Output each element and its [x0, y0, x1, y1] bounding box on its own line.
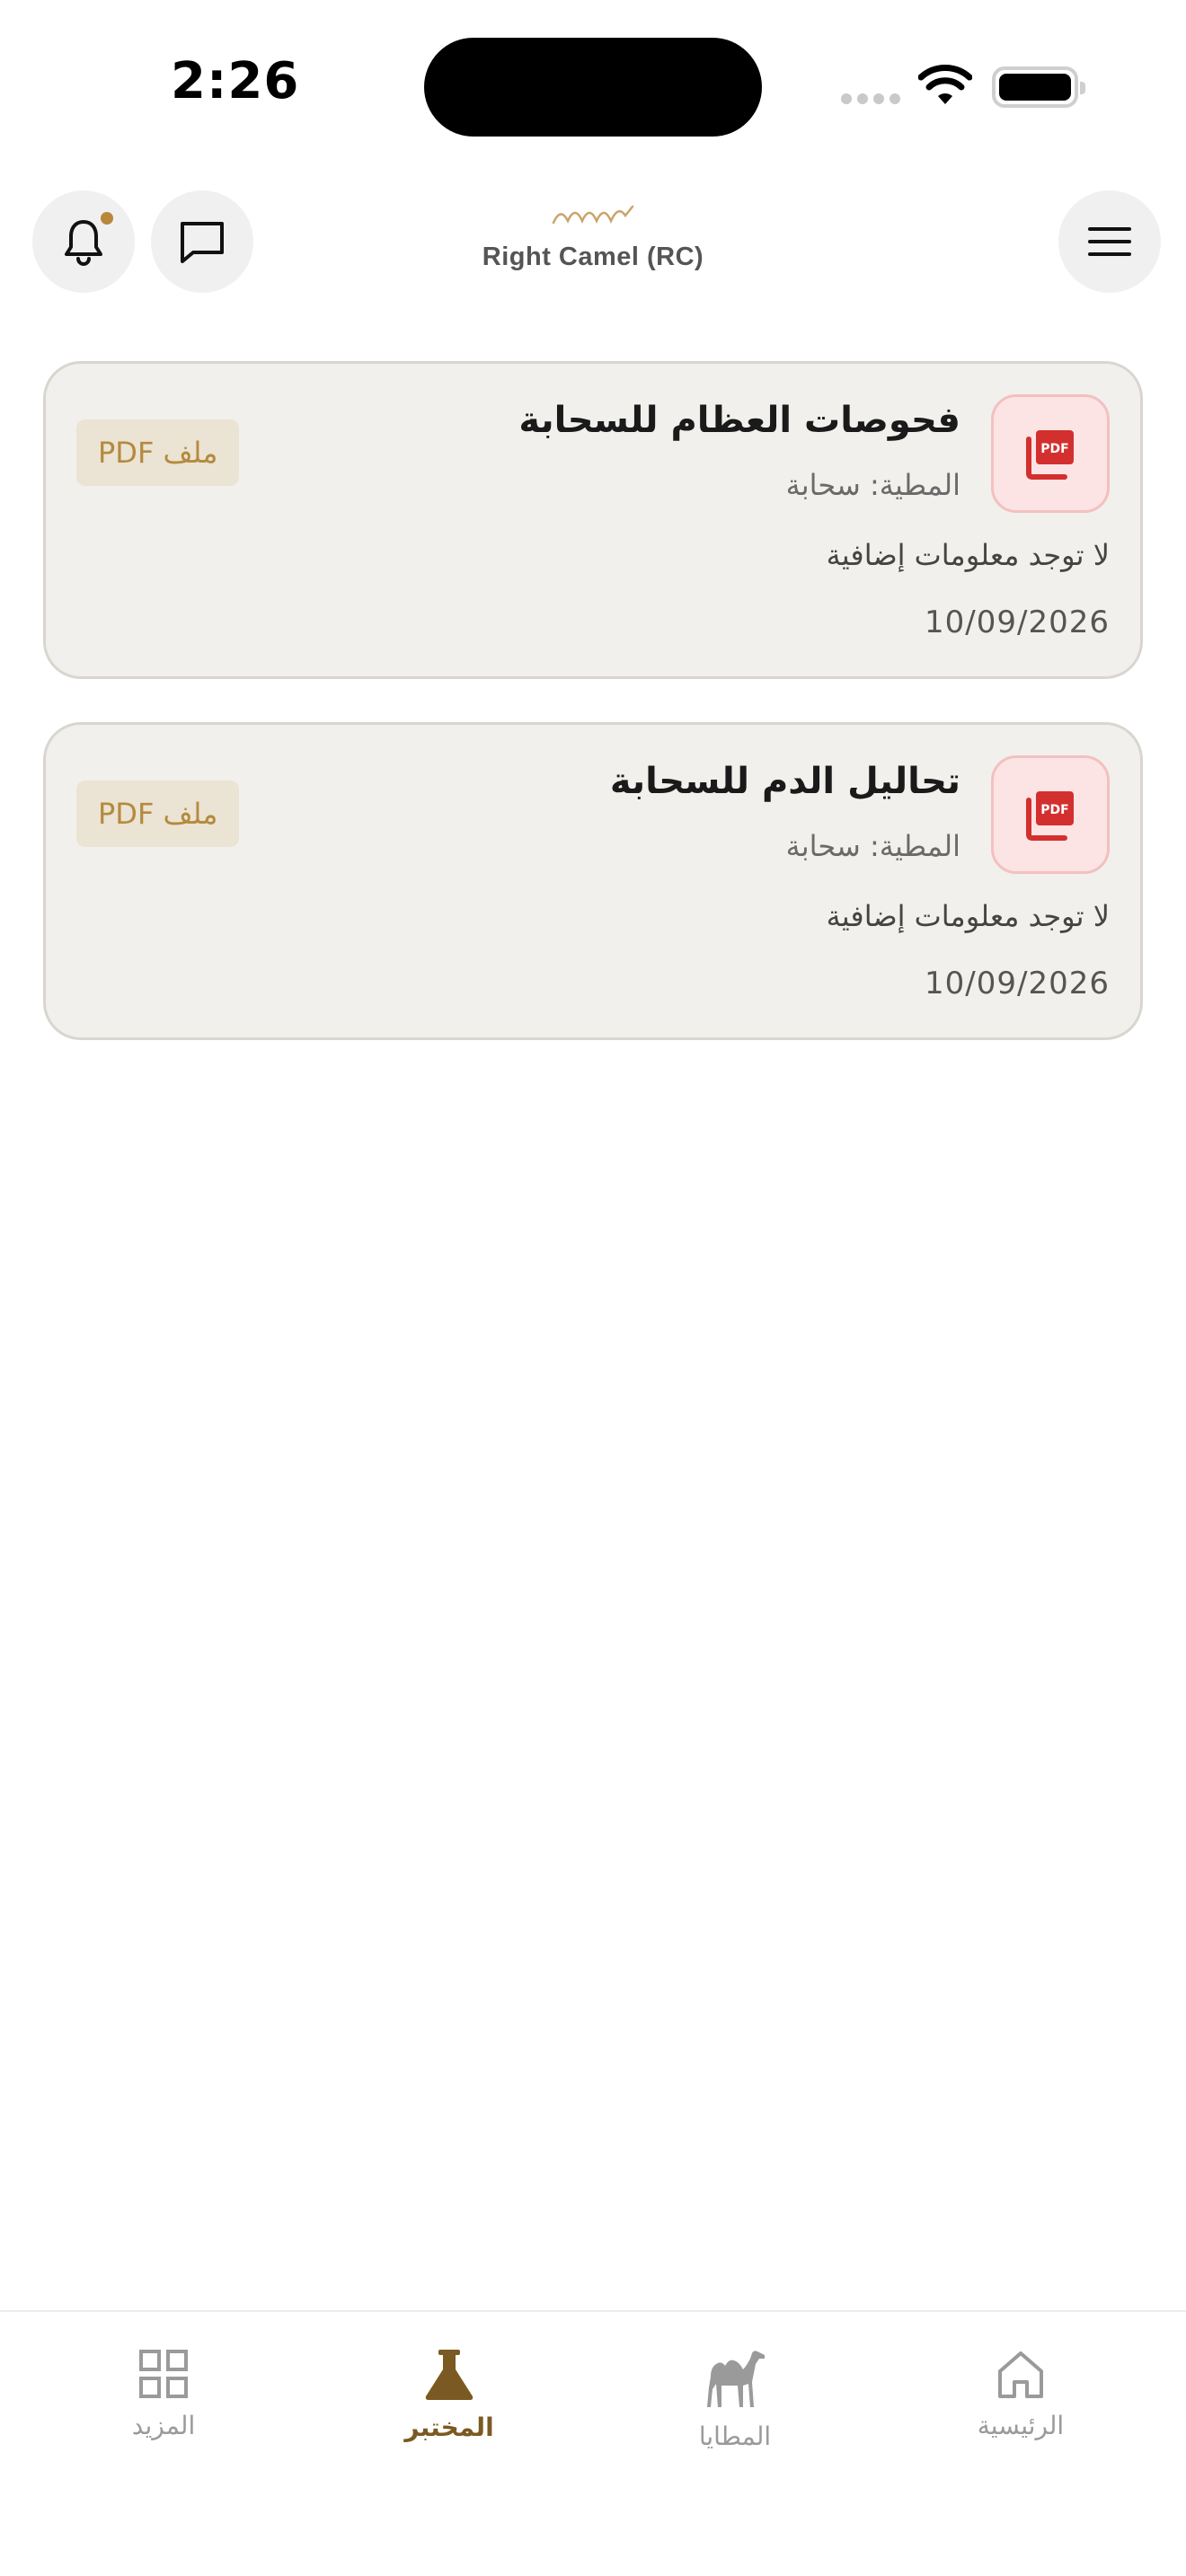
notification-dot	[101, 212, 113, 225]
nav-item-camels[interactable]: المطايا	[645, 2348, 825, 2451]
nav-item-more[interactable]: المزيد	[74, 2348, 253, 2440]
report-title: تحاليل الدم للسحابة	[609, 761, 960, 802]
notifications-button[interactable]	[32, 190, 135, 293]
cellular-signal-icon	[841, 93, 900, 104]
report-description: لا توجد معلومات إضافية	[826, 899, 1110, 933]
pdf-file-badge[interactable]: ملف PDF	[76, 781, 240, 847]
nav-label: المختبر	[404, 2413, 494, 2442]
report-title: فحوصات العظام للسحابة	[518, 400, 960, 441]
report-date: 10/09/2026	[925, 966, 1110, 1001]
chat-icon	[181, 222, 224, 263]
home-icon	[998, 2351, 1043, 2398]
bell-icon	[65, 220, 102, 266]
nav-label: الرئيسية	[977, 2411, 1065, 2440]
svg-text:PDF: PDF	[1040, 803, 1068, 817]
app-logo: Right Camel (RC)	[413, 198, 773, 272]
svg-text:PDF: PDF	[1040, 442, 1068, 456]
nav-item-home[interactable]: الرئيسية	[931, 2348, 1111, 2440]
flask-icon	[425, 2350, 474, 2400]
report-card[interactable]: PDF تحاليل الدم للسحابة المطية: سحابة لا…	[43, 722, 1143, 1040]
app-header: Right Camel (RC)	[0, 180, 1186, 314]
pdf-icon: PDF	[991, 394, 1110, 513]
logo-text: Right Camel (RC)	[482, 243, 704, 271]
nav-label: المطايا	[698, 2422, 772, 2451]
report-card[interactable]: PDF فحوصات العظام للسحابة المطية: سحابة …	[43, 361, 1143, 679]
dynamic-island	[424, 38, 762, 137]
status-bar: 2:26	[0, 0, 1186, 171]
grid-icon	[139, 2350, 188, 2398]
battery-icon	[992, 66, 1085, 108]
report-description: لا توجد معلومات إضافية	[826, 538, 1110, 572]
bottom-nav: المزيد المختبر المطايا الرئيسية	[0, 2310, 1186, 2576]
messages-button[interactable]	[151, 190, 253, 293]
camel-icon	[707, 2351, 765, 2407]
menu-button[interactable]	[1058, 190, 1161, 293]
camel-logo-icon	[552, 205, 634, 225]
report-camel: المطية: سحابة	[785, 829, 960, 863]
status-time: 2:26	[171, 52, 300, 110]
hamburger-icon	[1088, 227, 1131, 256]
report-date: 10/09/2026	[925, 604, 1110, 640]
pdf-icon: PDF	[991, 755, 1110, 874]
nav-label: المزيد	[131, 2411, 196, 2440]
report-camel: المطية: سحابة	[785, 468, 960, 502]
pdf-file-badge[interactable]: ملف PDF	[76, 419, 240, 486]
nav-item-lab[interactable]: المختبر	[359, 2348, 539, 2442]
wifi-icon	[918, 65, 972, 104]
